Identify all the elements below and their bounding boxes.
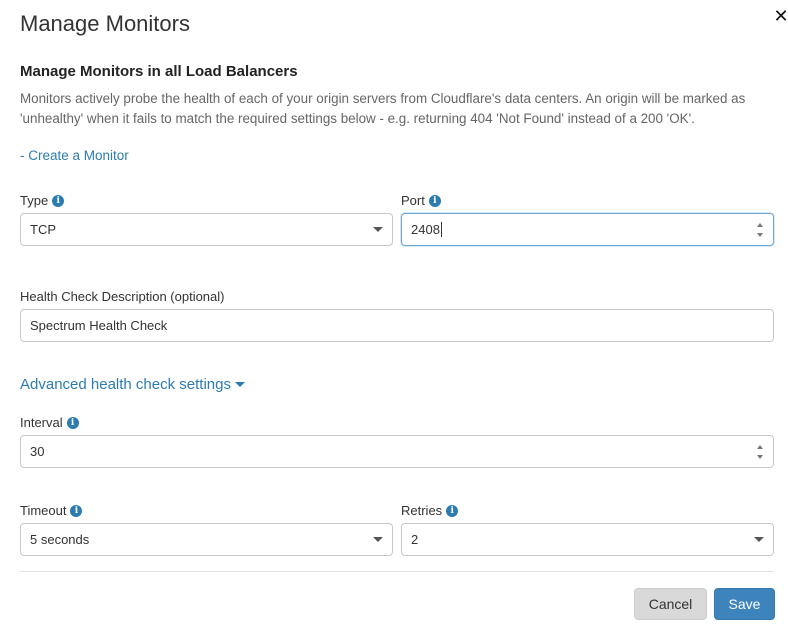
timeout-info-icon[interactable]: i [70, 504, 83, 517]
interval-info-icon[interactable]: i [66, 416, 79, 429]
type-label-text: Type [20, 193, 49, 208]
stepper-icon[interactable] [756, 223, 764, 237]
port-info-icon[interactable]: i [428, 194, 441, 207]
interval-label: Interval i [20, 415, 79, 430]
advanced-settings-label: Advanced health check settings [20, 376, 231, 393]
retries-select-value: 2 [411, 532, 419, 547]
port-input-wrapper[interactable]: 2408 [401, 213, 774, 246]
text-cursor [440, 222, 442, 237]
chevron-down-icon [373, 227, 383, 232]
section-heading: Manage Monitors in all Load Balancers [20, 63, 298, 80]
description-label: Health Check Description (optional) [20, 289, 224, 304]
port-input[interactable]: 2408 [411, 222, 440, 237]
advanced-settings-toggle[interactable]: Advanced health check settings [20, 376, 245, 393]
manage-monitors-modal: Manage Monitors ✕ Manage Monitors in all… [0, 0, 788, 624]
retries-label: Retries i [401, 503, 459, 518]
description-input-wrapper[interactable]: Spectrum Health Check [20, 309, 774, 342]
stepper-down-icon[interactable] [757, 233, 763, 237]
caret-down-icon [234, 382, 245, 387]
chevron-down-icon [754, 537, 764, 542]
type-label: Type i [20, 193, 65, 208]
create-monitor-link[interactable]: - Create a Monitor [20, 148, 129, 163]
timeout-select-value: 5 seconds [30, 532, 90, 547]
stepper-down-icon[interactable] [757, 455, 763, 459]
type-select-value: TCP [30, 222, 56, 237]
chevron-down-icon [373, 537, 383, 542]
interval-label-text: Interval [20, 415, 63, 430]
timeout-label: Timeout i [20, 503, 83, 518]
timeout-select[interactable]: 5 seconds [20, 523, 393, 556]
stepper-up-icon[interactable] [757, 223, 763, 227]
port-label: Port i [401, 193, 441, 208]
stepper-up-icon[interactable] [757, 445, 763, 449]
retries-label-text: Retries [401, 503, 443, 518]
type-select[interactable]: TCP [20, 213, 393, 246]
save-button[interactable]: Save [714, 588, 775, 620]
close-icon[interactable]: ✕ [772, 7, 788, 25]
interval-input[interactable]: 30 [30, 444, 44, 459]
port-label-text: Port [401, 193, 425, 208]
timeout-label-text: Timeout [20, 503, 67, 518]
section-description: Monitors actively probe the health of ea… [20, 91, 746, 126]
retries-info-icon[interactable]: i [446, 504, 459, 517]
description-label-text: Health Check Description (optional) [20, 289, 225, 304]
stepper-icon[interactable] [756, 445, 764, 459]
description-input[interactable]: Spectrum Health Check [30, 318, 167, 333]
divider [20, 571, 774, 572]
cancel-button[interactable]: Cancel [634, 588, 707, 620]
interval-input-wrapper[interactable]: 30 [20, 435, 774, 468]
modal-title: Manage Monitors [20, 11, 190, 36]
retries-select[interactable]: 2 [401, 523, 774, 556]
type-info-icon[interactable]: i [52, 194, 65, 207]
